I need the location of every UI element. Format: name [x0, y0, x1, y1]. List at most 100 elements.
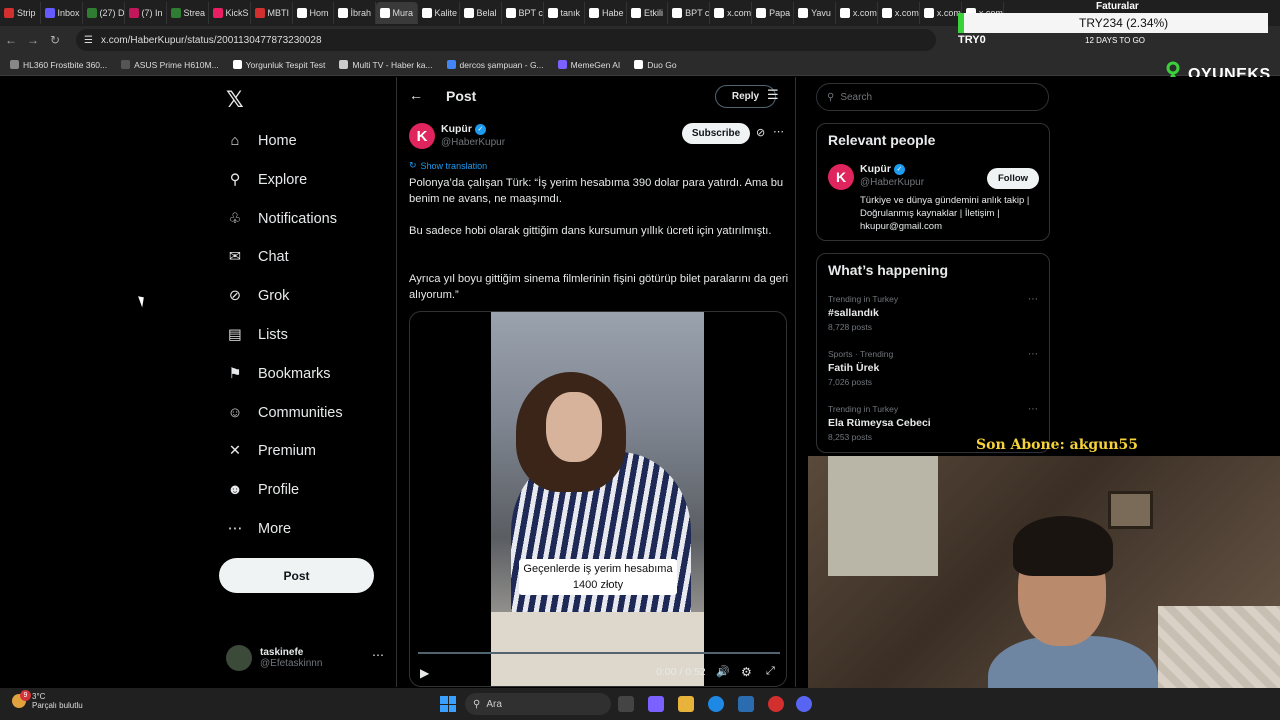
avatar[interactable]: K	[828, 164, 854, 190]
tab-favicon-icon	[631, 8, 642, 18]
video-player[interactable]: Geçenlerde iş yerim hesabıma 1400 złoty …	[409, 311, 787, 687]
nav-item-communities[interactable]: ☺ Communities	[226, 397, 343, 429]
url-field[interactable]: ☰ x.com/HaberKupur/status/20011304778732…	[76, 29, 936, 51]
edge-icon[interactable]	[708, 696, 724, 712]
play-icon[interactable]: ▶	[420, 666, 429, 680]
bookmark-item[interactable]: dercos şampuan - G...	[446, 60, 544, 70]
browser-tab[interactable]: tanık	[544, 2, 586, 24]
browser-tab[interactable]: x.com	[878, 2, 920, 24]
x-logo-icon[interactable]: 𝕏	[226, 87, 244, 113]
browser-tab[interactable]: (7) In	[125, 2, 167, 24]
trend-topic: Ela Rümeysa Cebeci	[828, 417, 931, 429]
browser-tab[interactable]: Yavu	[794, 2, 836, 24]
relevant-person-bio: Türkiye ve dünya gündemini anlık takip |…	[860, 195, 1030, 232]
bookmark-favicon-icon	[232, 60, 242, 69]
file-explorer-icon[interactable]	[678, 696, 694, 712]
browser-tab[interactable]: İbrah	[334, 2, 376, 24]
nav-item-explore[interactable]: ⚲ Explore	[226, 164, 307, 196]
browser-tab[interactable]: BPT c	[502, 2, 544, 24]
back-nav-icon[interactable]: ←	[0, 33, 22, 47]
nav-item-grok[interactable]: ⊘ Grok	[226, 280, 290, 312]
trend-item[interactable]: Sports · Trending Fatih Ürek 7,026 posts ⋯	[828, 349, 1038, 387]
nav-item-lists[interactable]: ▤ Lists	[226, 319, 288, 351]
bookmark-item[interactable]: Multi TV - Haber ka...	[339, 60, 433, 70]
browser-tab[interactable]: KickS	[209, 2, 251, 24]
browser-tab[interactable]: Hom	[293, 2, 334, 24]
more-dots-icon[interactable]: ⋯	[1028, 349, 1038, 360]
more-circle-icon: ⋯	[227, 521, 243, 537]
account-switcher[interactable]: taskinefe @Efetaskinnn ⋯	[226, 640, 386, 676]
browser-tab[interactable]: BPT c	[668, 2, 711, 24]
browser-tab[interactable]: (27) D	[83, 2, 125, 24]
nav-item-profile[interactable]: ☻ Profile	[226, 474, 299, 506]
show-translation-link[interactable]: ↻ Show translation	[409, 160, 487, 171]
card-title: Relevant people	[828, 132, 936, 148]
browser-tab[interactable]: Etkili	[627, 2, 669, 24]
task-view-icon[interactable]	[618, 696, 634, 712]
trend-item[interactable]: Trending in Turkey #sallandık 8,728 posts ⋯	[828, 294, 1038, 332]
bookmark-item[interactable]: Duo Go	[634, 60, 677, 70]
windows-start-icon[interactable]	[440, 696, 456, 712]
bookmark-item[interactable]: Yorgunluk Tespit Test	[232, 60, 325, 70]
video-progress-bar[interactable]	[418, 652, 780, 654]
browser-tab[interactable]: Kalite	[418, 2, 460, 24]
opera-icon[interactable]	[768, 696, 784, 712]
browser-tab[interactable]: Habe	[585, 2, 628, 24]
post-button[interactable]: Post	[219, 558, 374, 593]
avatar	[226, 645, 252, 671]
more-dots-icon[interactable]: ⋯	[1028, 294, 1038, 305]
tab-label: Kalite	[434, 8, 458, 18]
filter-icon[interactable]: ☰	[767, 87, 779, 103]
grok-icon[interactable]: ⊘	[756, 126, 765, 139]
browser-tab[interactable]: MBTI	[251, 2, 293, 24]
nav-item-home[interactable]: ⌂ Home	[226, 125, 297, 157]
relevant-person-name-row[interactable]: Kupür ✓	[860, 163, 905, 175]
nav-item-bookmarks[interactable]: ⚑ Bookmarks	[226, 358, 331, 390]
browser-tab[interactable]: Mura	[375, 2, 418, 24]
author-name-row[interactable]: Kupür ✓	[441, 123, 486, 135]
volume-icon[interactable]: 🔊	[716, 665, 730, 678]
tab-favicon-icon	[547, 8, 558, 18]
browser-tab[interactable]: Inbox	[41, 2, 83, 24]
store-icon[interactable]	[738, 696, 754, 712]
tab-favicon-icon	[128, 8, 139, 18]
gear-icon[interactable]: ⚙	[741, 665, 752, 679]
follow-button[interactable]: Follow	[987, 168, 1039, 189]
tab-favicon-icon	[756, 8, 767, 18]
nav-item-notifications[interactable]: ♧ Notifications	[226, 203, 337, 235]
fullscreen-icon[interactable]: ⤢	[766, 665, 775, 678]
forward-nav-icon[interactable]: →	[22, 33, 44, 47]
donation-ticker: TRY234 (2.34%)	[958, 13, 1268, 33]
browser-tab[interactable]: Belal	[460, 2, 502, 24]
browser-tab[interactable]: Strea	[167, 2, 209, 24]
site-info-icon[interactable]: ☰	[84, 35, 93, 46]
browser-tab[interactable]: Strip	[0, 2, 41, 24]
bookmark-item[interactable]: ASUS Prime H610M...	[121, 60, 219, 70]
left-nav: 𝕏 ⌂ Home ⚲ Explore ♧ Notifications ✉ Chat ⊘ Grok ▤…	[218, 77, 388, 687]
bookmark-item[interactable]: HL360 Frostbite 360...	[10, 60, 107, 70]
reload-icon[interactable]: ↻	[44, 33, 66, 47]
nav-item-more[interactable]: ⋯ More	[226, 513, 291, 545]
discord-icon[interactable]	[796, 696, 812, 712]
copilot-icon[interactable]	[648, 696, 664, 712]
goal-days: 12 DAYS TO GO	[1085, 36, 1146, 45]
more-dots-icon[interactable]: ⋯	[372, 648, 384, 662]
url-text: x.com/HaberKupur/status/2001130477873230…	[100, 34, 322, 46]
back-arrow-icon[interactable]: ←	[409, 87, 423, 103]
nav-item-chat[interactable]: ✉ Chat	[226, 241, 289, 273]
nav-item-premium[interactable]: ✕ Premium	[226, 435, 316, 467]
browser-tab[interactable]: Papa	[752, 2, 795, 24]
tab-favicon-icon	[672, 8, 683, 18]
bookmark-item[interactable]: MemeGen AI	[557, 60, 620, 70]
subscribe-button[interactable]: Subscribe	[682, 123, 750, 144]
browser-tab[interactable]: x.com	[920, 2, 962, 24]
browser-tab[interactable]: x.com	[836, 2, 878, 24]
author-handle[interactable]: @HaberKupur	[441, 137, 505, 148]
search-input[interactable]: ⚲ Search	[816, 83, 1049, 111]
browser-tab[interactable]: x.com	[710, 2, 753, 24]
more-dots-icon[interactable]: ⋯	[773, 125, 784, 138]
taskbar-search[interactable]: ⚲ Ara	[465, 693, 611, 715]
more-dots-icon[interactable]: ⋯	[1028, 404, 1038, 415]
author-avatar[interactable]: K	[409, 123, 435, 149]
weather-widget[interactable]: 9 3°C Parçalı bulutlu	[12, 690, 83, 710]
